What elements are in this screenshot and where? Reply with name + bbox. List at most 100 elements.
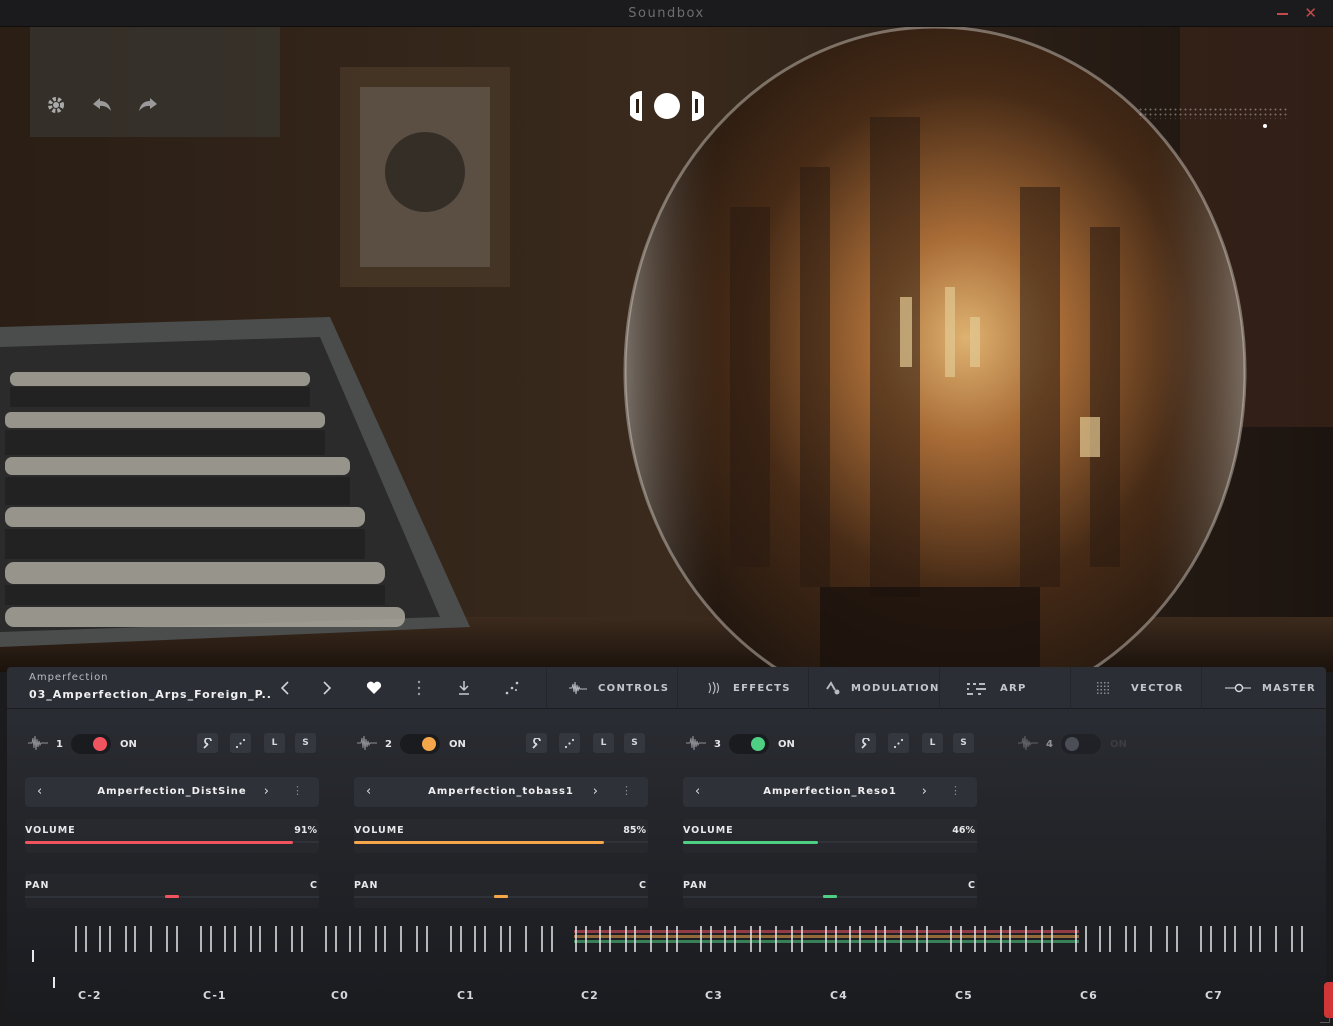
sample-more-icon[interactable]: ⋮ <box>950 784 961 797</box>
next-sample-button[interactable]: › <box>922 784 927 799</box>
preset-bank: Amperfection <box>29 672 109 683</box>
octave-label: C1 <box>457 989 475 1002</box>
synth-panel: Amperfection 03_Amperfection_Arps_Foreig… <box>7 667 1326 1020</box>
page-indicator-dot[interactable] <box>1263 124 1267 128</box>
sample-name[interactable]: Amperfection_DistSine <box>25 786 319 797</box>
keyboard-keys[interactable] <box>19 922 1319 992</box>
solo-button[interactable]: S <box>624 733 645 753</box>
layer-2-on-label: ON <box>449 739 466 750</box>
tab-vector-label: VECTOR <box>1131 682 1184 694</box>
randomize-icon[interactable] <box>501 678 523 698</box>
prev-preset-button[interactable] <box>274 678 296 698</box>
randomize-icon[interactable] <box>888 733 909 753</box>
sample-more-icon[interactable]: ⋮ <box>292 784 303 797</box>
wrench-icon[interactable] <box>197 733 218 753</box>
toggle-knob <box>751 737 765 751</box>
sample-name[interactable]: Amperfection_Reso1 <box>683 786 977 797</box>
octave-label: C0 <box>331 989 349 1002</box>
volume-fill <box>683 841 818 844</box>
gear-icon[interactable] <box>44 94 68 116</box>
undo-icon[interactable] <box>90 94 114 116</box>
octave-label: C4 <box>830 989 848 1002</box>
pan-slider[interactable]: PAN C <box>683 874 977 908</box>
waveform-icon <box>27 735 49 755</box>
next-preset-button[interactable] <box>316 678 338 698</box>
octave-label: C-2 <box>78 989 102 1002</box>
sample-selector: ‹ Amperfection_DistSine › ⋮ <box>25 777 319 807</box>
layer-3-toggle[interactable] <box>729 734 769 754</box>
redo-icon[interactable] <box>136 94 160 116</box>
waveform-icon <box>685 735 707 755</box>
volume-slider[interactable]: VOLUME 46% <box>683 819 977 853</box>
tab-vector[interactable]: VECTOR <box>1070 667 1201 709</box>
waveform-icon <box>1017 735 1039 755</box>
keyboard[interactable]: C-2 C-1 C0 C1 C2 C3 C4 C5 C6 C7 <box>19 922 1319 1017</box>
sample-more-icon[interactable]: ⋮ <box>621 784 632 797</box>
randomize-icon[interactable] <box>230 733 251 753</box>
layer-number: 4 <box>1046 739 1053 750</box>
randomize-icon[interactable] <box>559 733 580 753</box>
layer-4-on-label: ON <box>1110 739 1127 750</box>
modulation-icon <box>825 680 841 696</box>
layer-1-on-label: ON <box>120 739 137 750</box>
volume-label: VOLUME <box>683 825 734 836</box>
octave-label: C3 <box>705 989 723 1002</box>
tab-effects[interactable]: EFFECTS <box>677 667 808 709</box>
tab-controls-label: CONTROLS <box>598 682 670 694</box>
title-bar: Soundbox ✕ <box>0 0 1333 27</box>
master-icon <box>1224 683 1252 693</box>
soundbox-logo <box>627 89 707 123</box>
lock-button[interactable]: L <box>593 733 614 753</box>
volume-value: 85% <box>623 825 646 836</box>
octave-label: C-1 <box>203 989 227 1002</box>
lock-button[interactable]: L <box>264 733 285 753</box>
layer-number: 3 <box>714 739 721 750</box>
more-options-icon[interactable] <box>408 678 430 698</box>
volume-slider[interactable]: VOLUME 91% <box>25 819 319 853</box>
toggle-knob <box>93 737 107 751</box>
window-title: Soundbox <box>628 6 705 21</box>
pan-handle[interactable] <box>494 895 508 898</box>
wrench-icon[interactable] <box>526 733 547 753</box>
tab-master[interactable]: MASTER <box>1201 667 1326 709</box>
soundbox-window: Soundbox ✕ Amperfection 03_Amperfection_… <box>0 0 1333 1026</box>
pan-handle[interactable] <box>823 895 837 898</box>
next-sample-button[interactable]: › <box>264 784 269 799</box>
layer-1: 1 ON L S ‹ Amperfection_DistSine › ⋮ VOL… <box>25 719 325 919</box>
volume-slider[interactable]: VOLUME 85% <box>354 819 648 853</box>
octave-label: C6 <box>1080 989 1098 1002</box>
tab-arp[interactable]: ARP <box>939 667 1070 709</box>
tab-master-label: MASTER <box>1262 682 1317 694</box>
pan-value: C <box>639 880 646 891</box>
pan-slider[interactable]: PAN C <box>25 874 319 908</box>
next-sample-button[interactable]: › <box>593 784 598 799</box>
layer-3-header: 3 ON L S <box>683 733 983 755</box>
layer-3: 3 ON L S ‹ Amperfection_Reso1 › ⋮ VOLUME <box>683 719 983 919</box>
layer-4-toggle[interactable] <box>1061 734 1101 754</box>
heart-icon[interactable] <box>363 678 385 698</box>
octave-label: C7 <box>1205 989 1223 1002</box>
preset-name[interactable]: 03_Amperfection_Arps_Foreign_P.. <box>29 688 272 701</box>
toggle-knob <box>1065 737 1079 751</box>
tab-arp-label: ARP <box>1000 682 1027 694</box>
download-icon[interactable] <box>453 678 475 698</box>
lock-button[interactable]: L <box>922 733 943 753</box>
layer-2-toggle[interactable] <box>400 734 440 754</box>
pan-value: C <box>968 880 975 891</box>
volume-fill <box>354 841 604 844</box>
minimize-button[interactable] <box>1277 13 1288 15</box>
tab-modulation[interactable]: MODULATION <box>808 667 939 709</box>
resize-grip[interactable] <box>1320 1013 1330 1023</box>
layer-3-on-label: ON <box>778 739 795 750</box>
volume-value: 46% <box>952 825 975 836</box>
wrench-icon[interactable] <box>855 733 876 753</box>
octave-label: C2 <box>581 989 599 1002</box>
pan-handle[interactable] <box>165 895 179 898</box>
solo-button[interactable]: S <box>953 733 974 753</box>
close-button[interactable]: ✕ <box>1304 4 1317 22</box>
tab-controls[interactable]: CONTROLS <box>546 667 677 709</box>
layer-1-toggle[interactable] <box>71 734 111 754</box>
pan-slider[interactable]: PAN C <box>354 874 648 908</box>
sample-name[interactable]: Amperfection_tobass1 <box>354 786 648 797</box>
solo-button[interactable]: S <box>295 733 316 753</box>
